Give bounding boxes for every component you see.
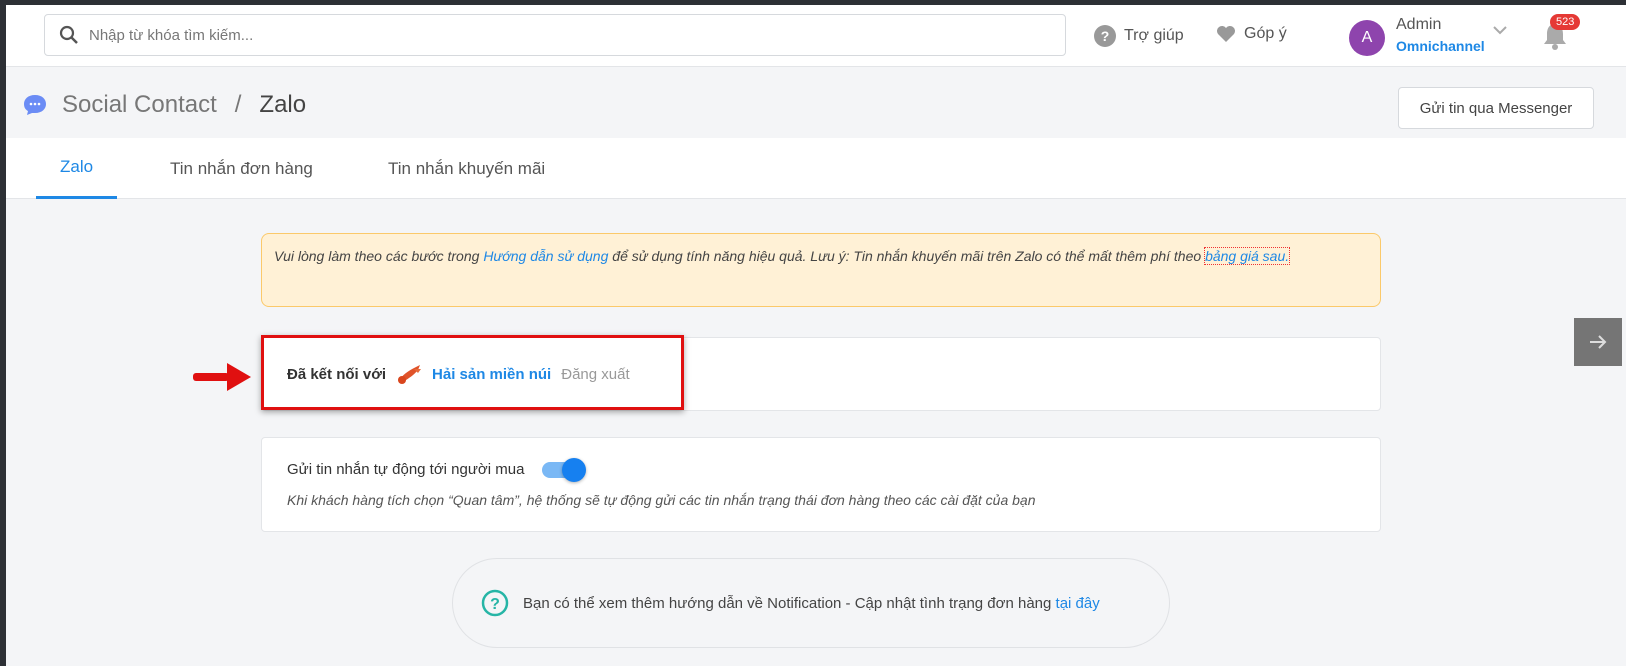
top-bar: Nhập từ khóa tìm kiếm... ? Trợ giúp Góp … <box>6 5 1626 67</box>
highlight-box <box>261 335 684 410</box>
tab-promo-messages[interactable]: Tin nhắn khuyến mãi <box>364 138 569 199</box>
heart-icon <box>1217 26 1235 42</box>
user-name[interactable]: Admin <box>1396 16 1441 34</box>
notice-text: Vui lòng làm theo các bước trong <box>274 248 484 264</box>
guide-link[interactable]: Hướng dẫn sử dụng <box>483 248 608 264</box>
arrow-right-icon <box>1590 335 1607 349</box>
search-icon <box>59 25 78 44</box>
breadcrumb-current: Zalo <box>259 91 307 118</box>
next-button[interactable] <box>1574 318 1622 366</box>
breadcrumb-separator: / <box>234 91 242 118</box>
help-text: Bạn có thể xem thêm hướng dẫn về Notific… <box>523 594 1056 612</box>
help-link[interactable]: ? Trợ giúp <box>1094 25 1184 47</box>
tab-order-messages[interactable]: Tin nhắn đơn hàng <box>146 138 337 199</box>
send-messenger-button[interactable]: Gửi tin qua Messenger <box>1398 87 1594 129</box>
price-table-link[interactable]: bảng giá sau. <box>1204 247 1291 265</box>
svg-text:?: ? <box>490 596 500 613</box>
help-pill: ? Bạn có thể xem thêm hướng dẫn về Notif… <box>452 558 1170 648</box>
question-icon: ? <box>1094 25 1116 47</box>
user-org: Omnichannel <box>1396 38 1485 54</box>
search-input[interactable]: Nhập từ khóa tìm kiếm... <box>44 14 1066 56</box>
auto-message-description: Khi khách hàng tích chọn “Quan tâm”, hệ … <box>287 492 1036 508</box>
breadcrumb-parent[interactable]: Social Contact <box>62 91 217 119</box>
search-placeholder: Nhập từ khóa tìm kiếm... <box>89 26 254 44</box>
chat-bubble-icon <box>24 95 46 115</box>
avatar[interactable]: A <box>1349 20 1385 56</box>
notice-text-2: để sử dụng tính năng hiệu quả. Lưu ý: Ti… <box>608 248 1206 264</box>
question-circle-icon: ? <box>481 589 509 617</box>
feedback-label: Góp ý <box>1244 25 1287 42</box>
red-arrow-icon <box>193 363 251 391</box>
app: Nhập từ khóa tìm kiếm... ? Trợ giúp Góp … <box>6 5 1626 666</box>
tab-zalo[interactable]: Zalo <box>36 138 118 199</box>
auto-message-title: Gửi tin nhắn tự động tới người mua <box>287 460 525 478</box>
chevron-down-icon[interactable] <box>1492 25 1508 35</box>
breadcrumb: Social Contact / Zalo <box>22 91 306 119</box>
tab-bar: Zalo Tin nhắn đơn hàng Tin nhắn khuyến m… <box>6 138 1626 199</box>
notification-badge: 523 <box>1550 14 1581 30</box>
help-here-link[interactable]: tại đây <box>1056 595 1100 612</box>
feedback-link[interactable]: Góp ý <box>1216 25 1287 43</box>
auto-message-card: Gửi tin nhắn tự động tới người mua Khi k… <box>261 437 1381 532</box>
svg-text:?: ? <box>1101 28 1110 44</box>
auto-message-toggle[interactable] <box>542 458 587 482</box>
notice-banner: Vui lòng làm theo các bước trong Hướng d… <box>261 233 1381 307</box>
help-label: Trợ giúp <box>1124 27 1184 44</box>
